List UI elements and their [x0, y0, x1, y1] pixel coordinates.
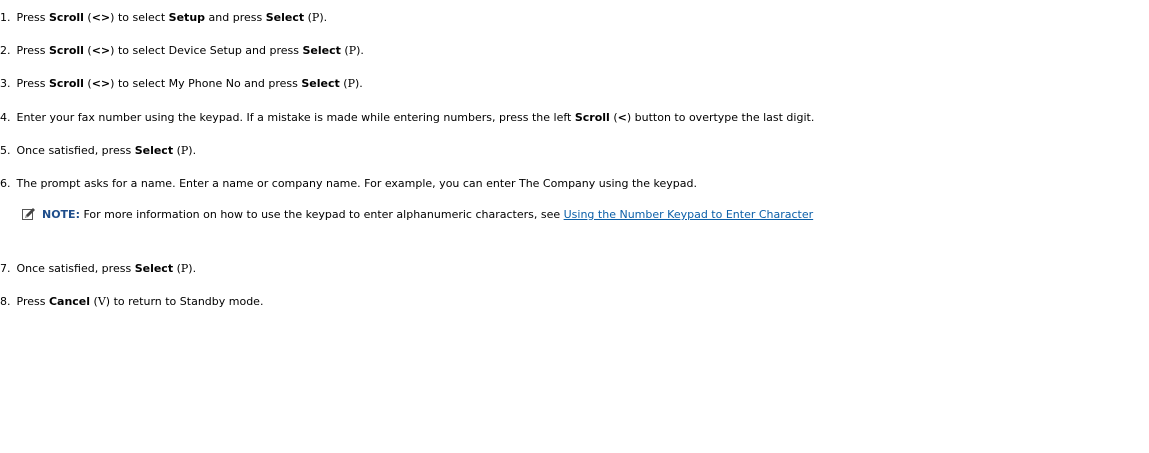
select-key-symbol: P	[347, 77, 355, 90]
scroll-arrows-symbol: <>	[91, 77, 111, 90]
select-key-symbol: P	[348, 44, 357, 57]
step-4: 4. Enter your fax number using the keypa…	[0, 111, 814, 125]
step-text: The prompt asks for a name. Enter a name…	[16, 177, 697, 190]
step-number: 2.	[0, 44, 11, 57]
step-text: Press Scroll (<>) to select Device Setup…	[16, 44, 364, 57]
step-text: Press Scroll (<>) to select Setup and pr…	[16, 11, 328, 24]
step-text: Once satisfied, press Select (P).	[16, 262, 197, 275]
step-7: 7. Once satisfied, press Select (P).	[0, 262, 196, 276]
cancel-key-symbol: V	[97, 295, 106, 308]
scroll-key-label: Scroll	[48, 77, 84, 90]
scroll-key-label: Scroll	[48, 11, 84, 24]
scroll-arrows-symbol: <>	[91, 44, 111, 57]
step-text: Enter your fax number using the keypad. …	[16, 111, 815, 124]
step-3: 3. Press Scroll (<>) to select My Phone …	[0, 77, 363, 91]
select-key-label: Select	[301, 77, 340, 90]
step-text: Press Scroll (<>) to select My Phone No …	[16, 77, 363, 90]
scroll-arrows-symbol: <>	[91, 11, 111, 24]
setup-menu-label: Setup	[168, 11, 206, 24]
step-number: 8.	[0, 295, 11, 308]
note-text: For more information on how to use the k…	[79, 208, 564, 221]
step-text: Once satisfied, press Select (P).	[16, 144, 197, 157]
step-6: 6. The prompt asks for a name. Enter a n…	[0, 177, 697, 191]
select-key-label: Select	[134, 262, 174, 275]
keypad-characters-link[interactable]: Using the Number Keypad to Enter Charact…	[564, 208, 814, 221]
step-number: 7.	[0, 262, 11, 275]
step-number: 5.	[0, 144, 11, 157]
scroll-left-symbol: <	[617, 111, 627, 124]
select-key-label: Select	[134, 144, 174, 157]
select-key-label: Select	[265, 11, 305, 24]
instructions-page: 1. Press Scroll (<>) to select Setup and…	[0, 0, 1149, 453]
note-block: NOTE: For more information on how to use…	[22, 207, 813, 223]
select-key-label: Select	[302, 44, 341, 57]
scroll-key-label: Scroll	[48, 44, 84, 57]
pencil-note-icon	[22, 207, 36, 221]
step-5: 5. Once satisfied, press Select (P).	[0, 144, 196, 158]
step-number: 1.	[0, 11, 11, 24]
step-1: 1. Press Scroll (<>) to select Setup and…	[0, 11, 327, 25]
note-label: NOTE:	[42, 208, 80, 221]
step-text: Press Cancel (V) to return to Standby mo…	[16, 295, 264, 308]
step-number: 4.	[0, 111, 11, 124]
step-number: 3.	[0, 77, 11, 90]
scroll-key-label: Scroll	[574, 111, 610, 124]
cancel-key-label: Cancel	[48, 295, 91, 308]
step-number: 6.	[0, 177, 11, 190]
step-8: 8. Press Cancel (V) to return to Standby…	[0, 295, 263, 309]
step-2: 2. Press Scroll (<>) to select Device Se…	[0, 44, 364, 58]
